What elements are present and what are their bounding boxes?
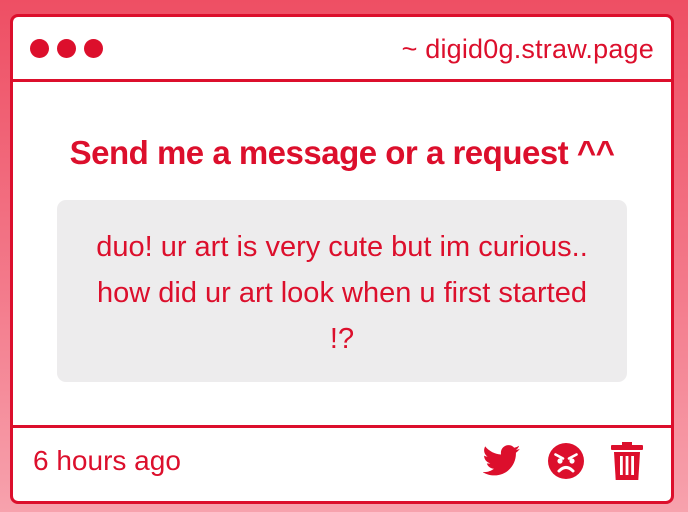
message-content: Send me a message or a request ^^ duo! u… [13, 82, 671, 425]
trash-icon[interactable] [611, 442, 643, 480]
twitter-icon[interactable] [483, 444, 521, 478]
message-card: ~ digid0g.straw.page Send me a message o… [10, 14, 674, 504]
page-title: Send me a message or a request ^^ [69, 134, 615, 171]
angry-face-icon[interactable] [547, 442, 585, 480]
window-titlebar: ~ digid0g.straw.page [13, 17, 671, 82]
message-text: duo! ur art is very cute but im curious.… [96, 231, 588, 355]
timestamp: 6 hours ago [33, 445, 181, 476]
window-dot-2 [57, 39, 76, 58]
action-icons [483, 442, 643, 480]
window-dot-3 [84, 39, 103, 58]
message-box: duo! ur art is very cute but im curious.… [57, 200, 627, 382]
card-footer: 6 hours ago [13, 425, 671, 501]
site-url[interactable]: ~ digid0g.straw.page [402, 34, 654, 65]
window-controls [30, 39, 103, 58]
window-dot-1 [30, 39, 49, 58]
